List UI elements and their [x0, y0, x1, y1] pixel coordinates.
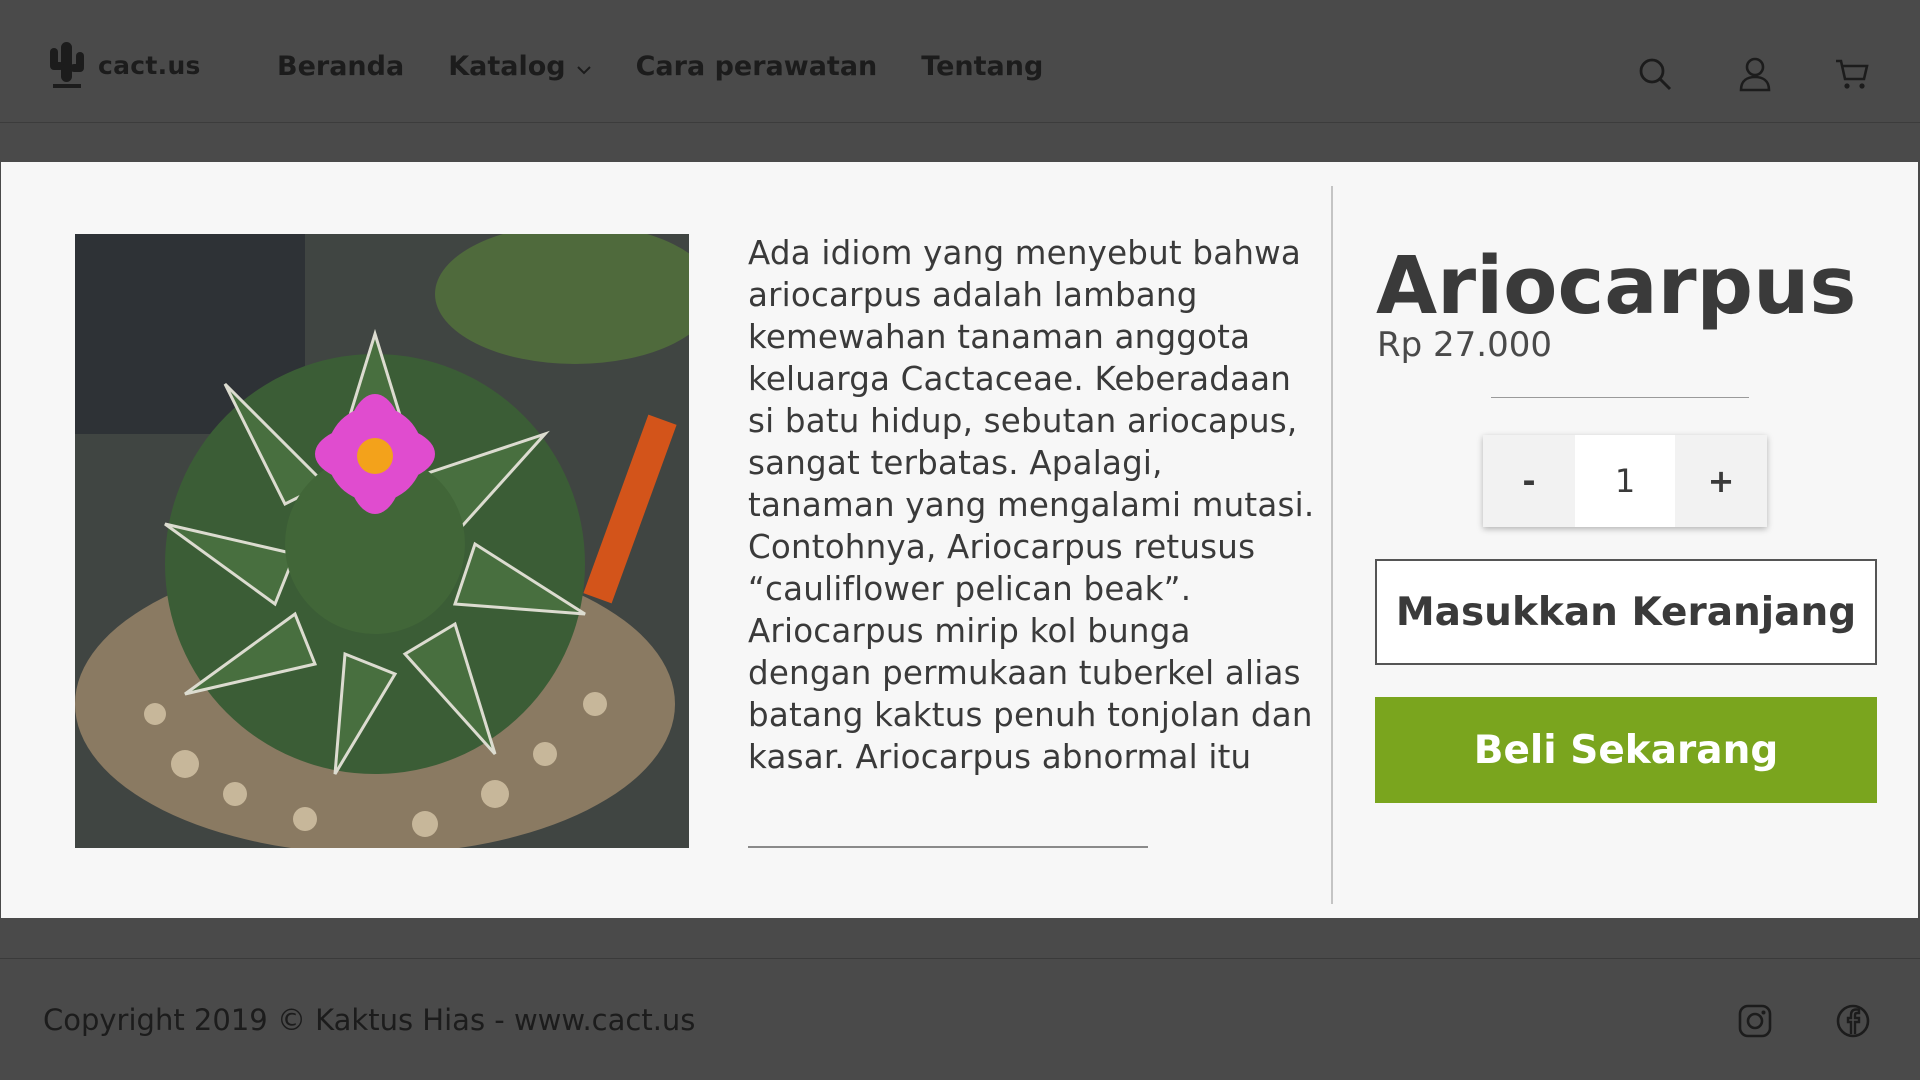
product-title: Ariocarpus — [1376, 240, 1857, 332]
product-image — [75, 234, 689, 848]
nav-item-tentang[interactable]: Tentang — [921, 51, 1043, 82]
brand-logo[interactable]: cact.us — [46, 38, 201, 92]
site-header: cact.us Beranda Katalog Cara perawatan T… — [0, 0, 1920, 123]
add-to-cart-button[interactable]: Masukkan Keranjang — [1375, 559, 1877, 665]
search-icon[interactable] — [1635, 54, 1675, 94]
main-nav: Beranda Katalog Cara perawatan Tentang — [277, 46, 1043, 86]
buy-now-button[interactable]: Beli Sekarang — [1375, 697, 1877, 803]
description-underline — [748, 846, 1148, 848]
brand-name: cact.us — [98, 50, 201, 80]
product-price: Rp 27.000 — [1377, 325, 1552, 365]
product-description: Ada idiom yang menyebut bahwa ariocarpus… — [748, 234, 1315, 776]
quantity-stepper: - 1 + — [1483, 435, 1767, 527]
nav-label: Katalog — [448, 50, 566, 82]
copyright-text: Copyright 2019 © Kaktus Hias - www.cact.… — [43, 1003, 696, 1037]
decrease-button[interactable]: - — [1483, 435, 1575, 527]
cactus-icon — [46, 40, 88, 90]
quantity-input[interactable]: 1 — [1575, 435, 1675, 527]
nav-item-katalog[interactable]: Katalog — [448, 51, 591, 82]
nav-item-cara-perawatan[interactable]: Cara perawatan — [636, 51, 878, 82]
column-divider — [1331, 186, 1333, 904]
footer-divider — [0, 958, 1920, 959]
facebook-icon[interactable] — [1835, 1003, 1871, 1039]
product-card: Ada idiom yang menyebut bahwa ariocarpus… — [1, 162, 1918, 918]
instagram-icon[interactable] — [1737, 1003, 1773, 1039]
nav-label: Beranda — [277, 50, 405, 82]
price-divider — [1491, 397, 1749, 398]
nav-label: Cara perawatan — [635, 50, 878, 82]
increase-button[interactable]: + — [1675, 435, 1767, 527]
nav-item-beranda[interactable]: Beranda — [277, 51, 404, 82]
nav-label: Tentang — [921, 50, 1044, 82]
user-icon[interactable] — [1735, 54, 1775, 94]
cart-icon[interactable] — [1832, 54, 1872, 94]
chevron-down-icon — [576, 51, 592, 82]
